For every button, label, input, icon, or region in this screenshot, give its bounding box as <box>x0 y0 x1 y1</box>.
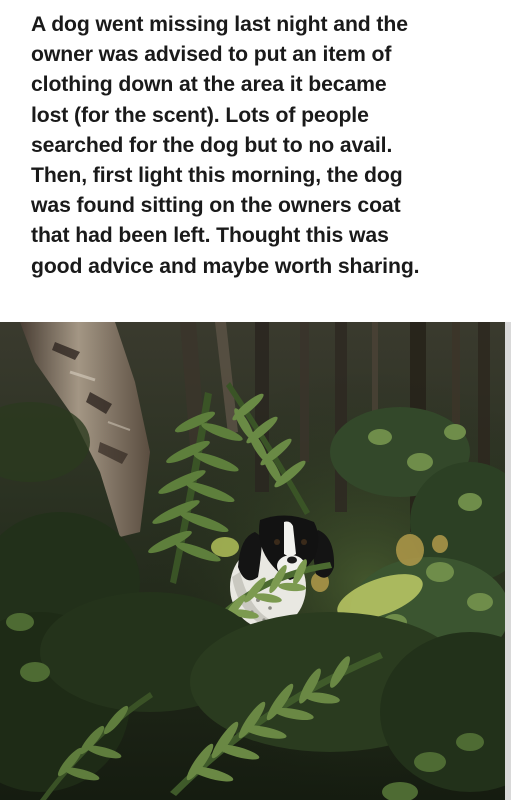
social-post: A dog went missing last night and the ow… <box>0 0 511 800</box>
image-edge <box>505 322 511 800</box>
woodland-dog-image <box>0 322 511 800</box>
caption-line: owner was advised to put an item of <box>31 43 392 67</box>
caption-text: A dog went missing last night and the ow… <box>31 10 496 282</box>
caption-line: lost (for the scent). Lots of people <box>31 103 369 127</box>
caption-line: Then, first light this morning, the dog <box>31 164 403 188</box>
post-photo[interactable] <box>0 322 511 800</box>
caption-line: that had been left. Thought this was <box>31 224 389 248</box>
post-caption: A dog went missing last night and the ow… <box>0 0 511 322</box>
caption-line: A dog went missing last night and the <box>31 13 408 36</box>
caption-line: good advice and maybe worth sharing. <box>31 254 420 278</box>
caption-line: searched for the dog but to no avail. <box>31 133 393 157</box>
caption-line: was found sitting on the owners coat <box>31 194 401 218</box>
caption-line: clothing down at the area it became <box>31 73 387 97</box>
